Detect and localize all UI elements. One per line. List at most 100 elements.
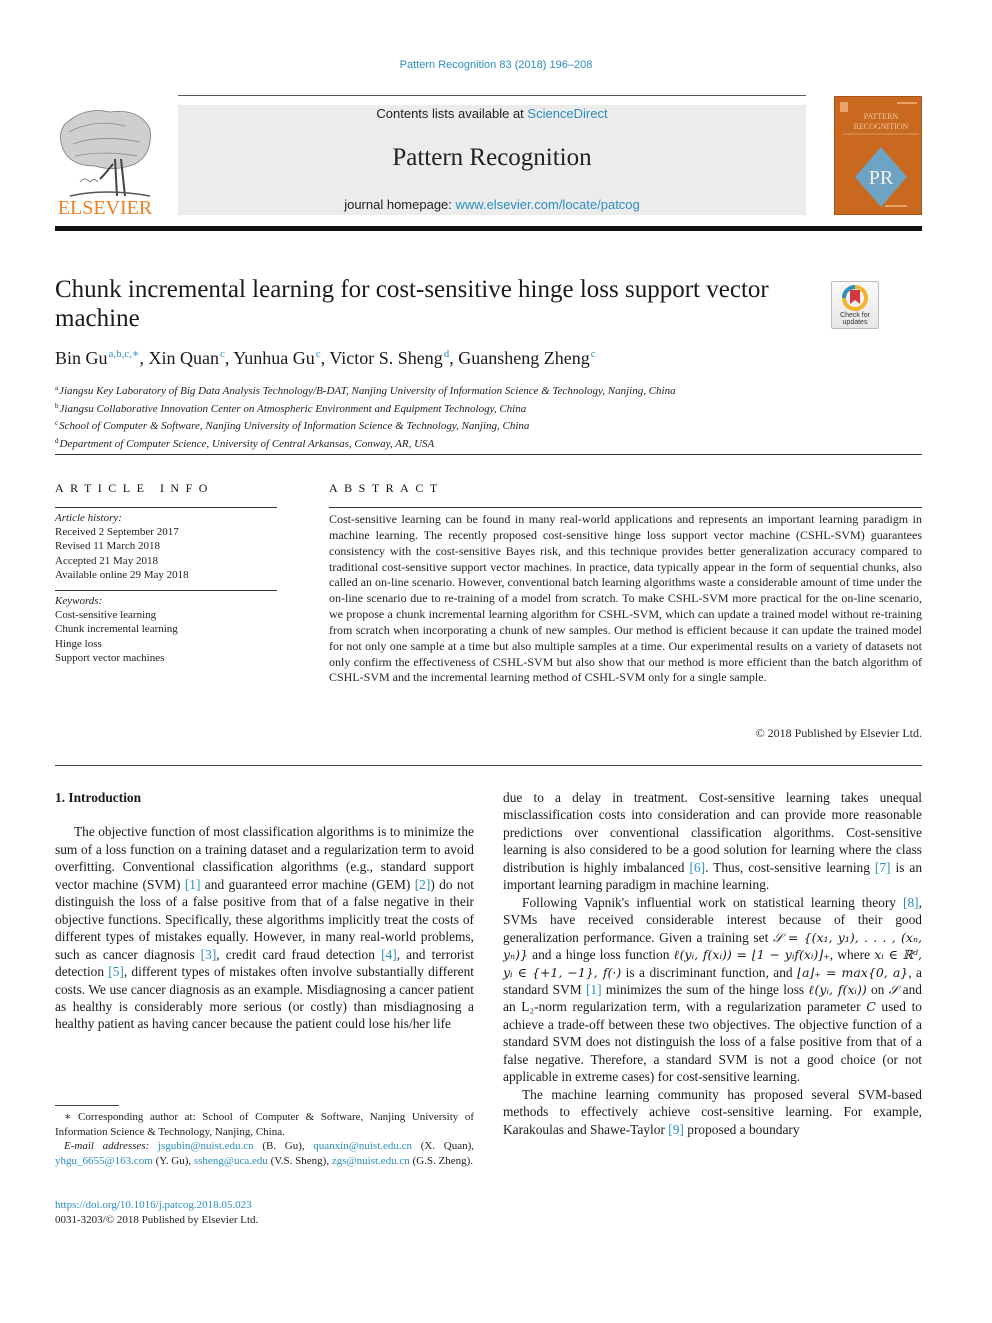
affiliation-list: aJiangsu Key Laboratory of Big Data Anal… <box>55 381 676 451</box>
email-addresses: E-mail addresses: jsgubin@nuist.edu.cn (… <box>55 1140 474 1167</box>
doi-block: https://doi.org/10.1016/j.patcog.2018.05… <box>55 1198 258 1227</box>
history-item: Revised 11 March 2018 <box>55 540 160 553</box>
email-link[interactable]: zgs@nuist.edu.cn <box>332 1155 410 1167</box>
journal-homepage-link[interactable]: www.elsevier.com/locate/patcog <box>456 197 640 212</box>
footnotes: ∗ Corresponding author at: School of Com… <box>55 1110 474 1168</box>
article-info-divider <box>55 507 277 508</box>
elsevier-logo[interactable]: ELSEVIER <box>55 104 155 219</box>
doi-link[interactable]: https://doi.org/10.1016/j.patcog.2018.05… <box>55 1199 252 1211</box>
email-link[interactable]: jsgubin@nuist.edu.cn <box>158 1140 254 1152</box>
journal-homepage-line: journal homepage: www.elsevier.com/locat… <box>178 197 806 212</box>
history-item: Available online 29 May 2018 <box>55 568 189 581</box>
body-paragraph: The objective function of most classific… <box>55 824 474 1032</box>
svg-text:Check for: Check for <box>840 312 871 319</box>
affiliation-divider <box>55 454 922 455</box>
check-for-updates-icon: Check for updates <box>840 285 871 326</box>
math-expression: 𝒮 <box>888 981 899 997</box>
article-title: Chunk incremental learning for cost-sens… <box>55 276 769 332</box>
keywords: Keywords: Cost-sensitive learning Chunk i… <box>55 594 178 665</box>
keywords-divider <box>55 590 277 591</box>
svg-text:RECOGNITION: RECOGNITION <box>854 122 909 131</box>
contents-available-line: Contents lists available at ScienceDirec… <box>178 106 806 121</box>
article-info-heading: ARTICLE INFO <box>55 481 214 495</box>
author-name[interactable]: Yunhua Gu <box>233 348 315 368</box>
email-label: E-mail addresses: <box>64 1140 150 1152</box>
history-item: Received 2 September 2017 <box>55 526 179 539</box>
abstract-heading: ABSTRACT <box>329 481 444 495</box>
keyword-item: Hinge loss <box>55 637 102 650</box>
body-paragraph: Following Vapnik's influential work on s… <box>503 894 923 1085</box>
citation-link[interactable]: [4] <box>381 947 397 962</box>
citation-link[interactable]: [3] <box>201 947 217 962</box>
affiliation-key: b <box>55 401 59 410</box>
journal-citation-link[interactable]: Pattern Recognition 83 (2018) 196–208 <box>0 59 992 71</box>
affiliation-item: bJiangsu Collaborative Innovation Center… <box>55 399 676 417</box>
author-affiliation-marker[interactable]: c <box>591 348 596 360</box>
journal-name: Pattern Recognition <box>392 144 592 171</box>
email-link[interactable]: yhgu_6655@163.com <box>55 1155 153 1167</box>
sciencedirect-link[interactable]: ScienceDirect <box>527 106 607 121</box>
citation-link[interactable]: [8] <box>903 895 919 910</box>
svg-text:ELSEVIER: ELSEVIER <box>58 197 153 218</box>
svg-text:PR: PR <box>869 167 894 189</box>
citation-link[interactable]: [5] <box>108 964 124 979</box>
article-history: Article history: Received 2 September 20… <box>55 511 189 582</box>
journal-cover-art: PATTERN RECOGNITION PR <box>840 102 919 207</box>
body-column-left: 1. Introduction The objective function o… <box>55 789 474 1033</box>
issn-copyright: 0031-3203/© 2018 Published by Elsevier L… <box>55 1213 259 1226</box>
math-expression: ℓ(yᵢ, f(xᵢ)) <box>808 981 867 997</box>
article-history-label: Article history: <box>55 512 122 524</box>
citation-link[interactable]: [1] <box>586 982 602 997</box>
author-name[interactable]: Guansheng Zheng <box>458 348 589 368</box>
citation-link[interactable]: [2] <box>415 877 431 892</box>
footnote-divider <box>55 1105 119 1106</box>
keyword-item: Cost-sensitive learning <box>55 609 157 622</box>
keyword-list: Cost-sensitive learning Chunk incremental… <box>55 608 178 665</box>
section-heading-introduction: 1. Introduction <box>55 790 142 805</box>
affiliation-key: c <box>55 419 59 427</box>
affiliation-text: School of Computer & Software, Nanjing U… <box>59 420 530 432</box>
history-list: Received 2 September 2017 Revised 11 Marc… <box>55 525 189 582</box>
svg-text:PATTERN: PATTERN <box>864 112 899 121</box>
abstract-end-divider <box>55 765 922 766</box>
homepage-prefix: journal homepage: <box>344 197 456 212</box>
citation-link[interactable]: [9] <box>668 1122 684 1137</box>
author-name[interactable]: Xin Quan <box>149 348 220 368</box>
math-expression: ⌊a⌋₊ = max{0, a} <box>797 964 909 980</box>
affiliation-text: Jiangsu Collaborative Innovation Center … <box>59 402 527 415</box>
contents-prefix: Contents lists available at <box>376 106 528 121</box>
affiliation-item: aJiangsu Key Laboratory of Big Data Anal… <box>55 381 676 399</box>
check-for-updates-button[interactable]: Check for updates <box>831 281 879 329</box>
abstract-copyright: © 2018 Published by Elsevier Ltd. <box>755 726 922 740</box>
body-paragraph: due to a delay in treatment. Cost-sensit… <box>503 790 923 893</box>
journal-cover-thumbnail[interactable]: PATTERN RECOGNITION PR <box>834 96 922 215</box>
author-affiliation-marker[interactable]: c <box>220 348 225 360</box>
elsevier-tree-icon: ELSEVIER <box>58 110 153 219</box>
keyword-item: Chunk incremental learning <box>55 623 178 636</box>
affiliation-key: a <box>55 384 59 392</box>
math-expression: ℓ(yᵢ, f(xᵢ)) = ⌊1 − yᵢf(xᵢ)⌋₊ <box>673 947 830 963</box>
keywords-label: Keywords: <box>55 595 103 607</box>
author-name[interactable]: Bin Gu <box>55 348 108 368</box>
author-affiliation-marker[interactable]: c <box>316 348 321 360</box>
affiliation-key: d <box>55 436 59 445</box>
author-affiliation-marker[interactable]: a,b,c,∗ <box>109 348 140 360</box>
math-expression: C <box>866 999 876 1015</box>
citation-link[interactable]: [6] <box>689 860 705 875</box>
affiliation-text: Jiangsu Key Laboratory of Big Data Analy… <box>59 385 676 397</box>
body-paragraph: The machine learning community has propo… <box>503 1086 922 1137</box>
abstract-divider <box>329 507 922 508</box>
citation-link[interactable]: [1] <box>185 877 201 892</box>
abstract-text: Cost-sensitive learning can be found in … <box>329 512 922 685</box>
corresponding-author-note: ∗ Corresponding author at: School of Com… <box>55 1111 474 1138</box>
email-link[interactable]: quanxin@nuist.edu.cn <box>313 1140 412 1152</box>
citation-link[interactable]: [7] <box>875 860 891 875</box>
header-divider <box>178 95 806 96</box>
header-thick-divider <box>55 226 922 231</box>
affiliation-text: Department of Computer Science, Universi… <box>59 437 435 450</box>
author-affiliation-marker[interactable]: d <box>444 348 450 360</box>
body-column-right: due to a delay in treatment. Cost-sensit… <box>503 789 922 1138</box>
email-link[interactable]: ssheng@uca.edu <box>194 1155 268 1167</box>
author-name[interactable]: Victor S. Sheng <box>329 348 442 368</box>
keyword-item: Support vector machines <box>55 651 165 664</box>
